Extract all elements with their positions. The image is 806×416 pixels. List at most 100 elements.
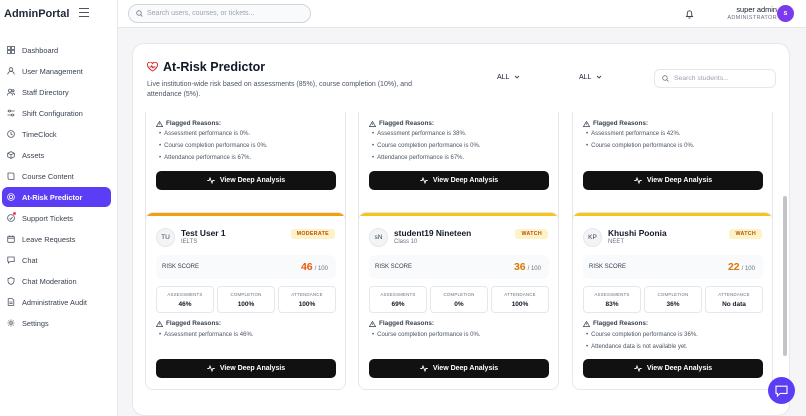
risk-score-box: RISK SCORE 22/ 100 [583, 255, 763, 279]
view-deep-analysis-button[interactable]: View Deep Analysis [583, 171, 763, 190]
student-card: TU Test User 1 IELTS MODERATE RISK SCORE… [145, 212, 346, 390]
flagged-reason: Attendance performance is 67%. [372, 155, 464, 161]
student-name: Khushi Poonia [608, 228, 667, 238]
sidebar-item-label: Administrative Audit [22, 297, 87, 307]
search-icon [136, 10, 143, 17]
student-card: sN student19 Nineteen Class 10 WATCH RIS… [358, 212, 559, 390]
user-role: ADMINISTRATOR [727, 15, 777, 21]
flagged-reason: Course completion performance is 0%. [586, 143, 694, 149]
flagged-reason: Assessment performance is 46%. [159, 332, 253, 338]
view-deep-analysis-button[interactable]: View Deep Analysis [583, 359, 763, 378]
audit-icon [7, 298, 15, 306]
metric-attendance: ATTENDANCE 100% [491, 286, 549, 313]
sidebar-item-administrative-audit[interactable]: Administrative Audit [2, 292, 111, 312]
chat-icon [775, 385, 788, 397]
activity-icon [207, 365, 215, 372]
student-initials: TU [156, 228, 175, 247]
warning-icon [156, 320, 163, 327]
flagged-reasons-title: Flagged Reasons: [583, 320, 648, 327]
calendar-icon [7, 235, 15, 243]
risk-score-box: RISK SCORE 46/ 100 [156, 255, 336, 279]
sidebar-item-settings[interactable]: Settings [2, 313, 111, 333]
sidebar-item-staff-directory[interactable]: Staff Directory [2, 82, 111, 102]
notification-dot [13, 212, 16, 215]
flagged-reason: Course completion performance is 36%. [586, 332, 698, 338]
sidebar-item-label: Dashboard [22, 45, 59, 55]
student-initials: KP [583, 228, 602, 247]
metric-assessments: ASSESSMENTS 83% [583, 286, 641, 313]
activity-icon [634, 365, 642, 372]
risk-filter-select[interactable]: ALL [497, 70, 520, 84]
risk-level-bar [146, 213, 345, 216]
warning-icon [369, 120, 376, 127]
student-search-input[interactable]: Search students... [654, 69, 776, 88]
status-badge: MODERATE [290, 229, 335, 239]
metrics-row: ASSESSMENTS 69% COMPLETION 0% ATTENDANCE 10… [369, 286, 549, 313]
sidebar-item-dashboard[interactable]: Dashboard [2, 40, 111, 60]
metrics-row: ASSESSMENTS 83% COMPLETION 36% ATTENDANCE N… [583, 286, 763, 313]
bell-icon[interactable] [685, 9, 694, 19]
metric-completion: COMPLETION 36% [644, 286, 702, 313]
menu-toggle-icon[interactable] [79, 8, 89, 17]
risk-score-box: RISK SCORE 36/ 100 [369, 255, 549, 279]
metric-assessments: ASSESSMENTS 69% [369, 286, 427, 313]
flagged-reason: Assessment performance is 42%. [586, 131, 680, 137]
box-icon [7, 151, 15, 159]
activity-icon [634, 177, 642, 184]
view-deep-analysis-button[interactable]: View Deep Analysis [156, 359, 336, 378]
activity-icon [207, 177, 215, 184]
sidebar-item-shift-configuration[interactable]: Shift Configuration [2, 103, 111, 123]
sidebar-item-chat-moderation[interactable]: Chat Moderation [2, 271, 111, 291]
sidebar-item-label: At-Risk Predictor [22, 192, 83, 202]
global-search-input[interactable]: Search users, courses, or tickets... [128, 4, 311, 23]
shield-icon [7, 277, 15, 285]
brand-logo[interactable]: AdminPortal [4, 8, 69, 20]
top-header: Search users, courses, or tickets... sup… [118, 0, 806, 28]
sidebar-item-leave-requests[interactable]: Leave Requests [2, 229, 111, 249]
sidebar-item-label: TimeClock [22, 129, 57, 139]
view-deep-analysis-button[interactable]: View Deep Analysis [369, 171, 549, 190]
risk-score-value: 36/ 100 [513, 261, 541, 273]
view-deep-analysis-button[interactable]: View Deep Analysis [156, 171, 336, 190]
chat-support-button[interactable] [768, 377, 795, 404]
sidebar-item-label: Leave Requests [22, 234, 76, 244]
sidebar-item-support-tickets[interactable]: Support Tickets [2, 208, 111, 228]
sidebar-item-assets[interactable]: Assets [2, 145, 111, 165]
risk-score-value: 46/ 100 [300, 261, 328, 273]
sidebar: AdminPortal Dashboard User Management St… [0, 0, 118, 416]
status-badge: WATCH [515, 229, 548, 239]
sidebar-item-user-management[interactable]: User Management [2, 61, 111, 81]
status-badge: WATCH [729, 229, 762, 239]
warning-icon [369, 320, 376, 327]
flagged-reason: Course completion performance is 0%. [159, 143, 267, 149]
page-title: At-Risk Predictor [147, 60, 265, 74]
sidebar-item-course-content[interactable]: Course Content [2, 166, 111, 186]
gear-icon [7, 319, 15, 327]
sidebar-item-label: Course Content [22, 171, 74, 181]
sidebar-item-chat[interactable]: Chat [2, 250, 111, 270]
risk-score-value: 22/ 100 [727, 261, 755, 273]
student-card: KP Khushi Poonia NEET WATCH RISK SCORE 2… [572, 212, 773, 390]
flagged-reasons-title: Flagged Reasons: [369, 120, 434, 127]
activity-icon [420, 365, 428, 372]
flagged-reasons-title: Flagged Reasons: [583, 120, 648, 127]
flagged-reason: Assessment performance is 38%. [372, 131, 466, 137]
course-filter-select[interactable]: ALL [579, 70, 602, 84]
sidebar-item-label: User Management [22, 66, 83, 76]
sidebar-item-timeclock[interactable]: TimeClock [2, 124, 111, 144]
ticket-icon [7, 214, 15, 222]
search-icon [662, 75, 669, 82]
users-icon [7, 88, 15, 96]
scrollbar[interactable] [783, 196, 787, 356]
flagged-reason: Assessment performance is 0%. [159, 131, 250, 137]
avatar[interactable]: s [777, 5, 794, 22]
view-deep-analysis-button[interactable]: View Deep Analysis [369, 359, 549, 378]
chevron-down-icon [597, 75, 602, 79]
grid-icon [7, 46, 15, 54]
cards-scroll-area[interactable]: Flagged Reasons: Assessment performance … [133, 112, 789, 415]
sidebar-item-at-risk-predictor[interactable]: At-Risk Predictor [2, 187, 111, 207]
student-name: Test User 1 [181, 228, 226, 238]
book-icon [7, 172, 15, 180]
sidebar-item-label: Assets [22, 150, 45, 160]
student-name: student19 Nineteen [394, 228, 472, 238]
